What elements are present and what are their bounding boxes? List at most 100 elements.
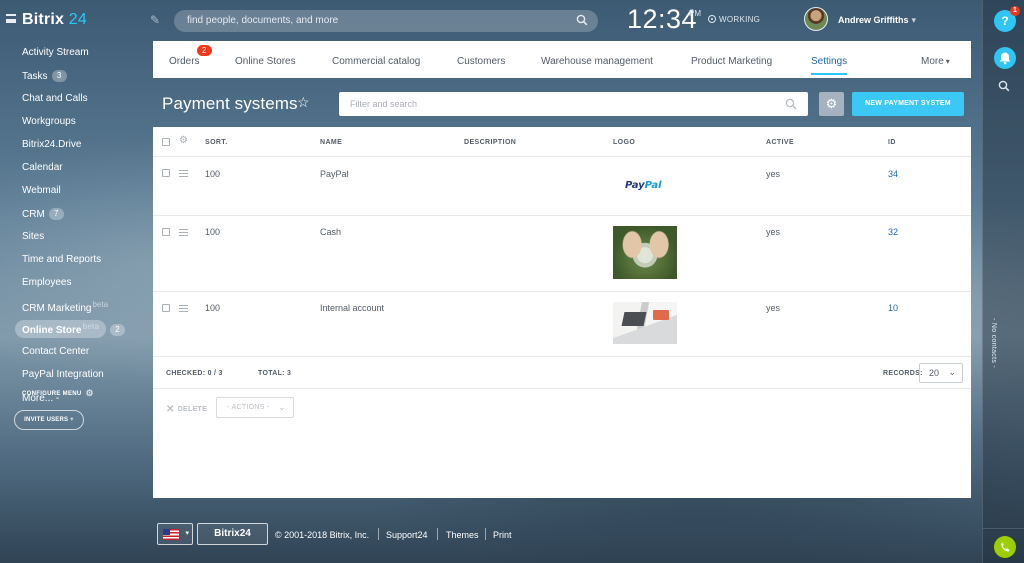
sidebar-item-calendar[interactable]: Calendar (22, 162, 63, 173)
new-payment-system-button[interactable]: NEW PAYMENT SYSTEM (852, 92, 964, 116)
cell-active: yes (766, 227, 781, 237)
cell-id[interactable]: 34 (888, 169, 898, 179)
sidebar-item-time-reports[interactable]: Time and Reports (22, 254, 101, 265)
cell-id[interactable]: 32 (888, 227, 898, 237)
tab-commercial-catalog[interactable]: Commercial catalog (332, 56, 420, 67)
divider (983, 528, 1024, 529)
tab-customers[interactable]: Customers (457, 56, 505, 67)
tab-online-stores[interactable]: Online Stores (235, 56, 296, 67)
filter-search-input[interactable]: Filter and search (339, 92, 808, 116)
row-checkbox[interactable] (162, 169, 170, 177)
themes-link[interactable]: Themes (446, 530, 479, 540)
checked-count: CHECKED: 0 / 3 (166, 370, 223, 377)
pencil-icon[interactable]: ✎ (150, 13, 160, 27)
print-link[interactable]: Print (493, 530, 512, 540)
column-description[interactable]: DESCRIPTION (464, 139, 516, 146)
row-menu-icon[interactable] (179, 229, 188, 236)
chevron-down-icon: ▾ (945, 57, 950, 66)
sidebar-item-crm-marketing[interactable]: CRM Marketingbeta (22, 300, 108, 314)
sidebar-item-paypal[interactable]: PayPal Integration (22, 369, 104, 380)
row-menu-icon[interactable] (179, 170, 188, 177)
sidebar-item-contact-center[interactable]: Contact Center (22, 346, 89, 357)
chevron-down-icon: ▾ (185, 530, 189, 537)
grid-settings-button[interactable]: ⚙ (819, 92, 844, 116)
work-status[interactable]: WORKING (708, 15, 760, 24)
search-icon[interactable] (998, 80, 1010, 92)
clock-icon (708, 15, 716, 23)
cash-logo-image (613, 226, 677, 279)
invite-users-button[interactable]: INVITE USERS + (14, 410, 84, 430)
chevron-down-icon: ▾ (911, 15, 917, 25)
sidebar-item-online-store[interactable]: Online Storebeta 2 (15, 320, 125, 338)
us-flag-icon (163, 529, 179, 540)
help-button[interactable]: ? 1 (994, 6, 1020, 32)
sidebar-item-employees[interactable]: Employees (22, 277, 71, 288)
column-sort[interactable]: SORT. (205, 139, 228, 146)
divider (437, 528, 438, 540)
menu-toggle-icon[interactable] (6, 14, 16, 23)
gear-icon[interactable]: ⚙ (179, 135, 188, 146)
row-checkbox[interactable] (162, 228, 170, 236)
counter-badge: 2 (196, 45, 212, 56)
app-logo[interactable]: Bitrix 24 (22, 11, 87, 29)
cell-active: yes (766, 169, 781, 179)
cell-sort: 100 (205, 227, 221, 237)
cell-id[interactable]: 10 (888, 303, 898, 313)
tab-orders[interactable]: Orders 2 (169, 45, 212, 67)
select-all-checkbox[interactable] (162, 138, 170, 146)
chevron-down-icon: ⌄ (948, 367, 956, 377)
cell-name: Cash (320, 227, 342, 237)
row-checkbox[interactable] (162, 304, 170, 312)
notifications-button[interactable] (994, 47, 1016, 69)
actions-select[interactable]: - ACTIONS - ⌄ (216, 397, 294, 418)
language-selector[interactable]: ▾ (157, 523, 193, 545)
star-icon[interactable]: ☆ (297, 94, 310, 111)
sidebar-item-crm[interactable]: CRM 7 (22, 208, 64, 220)
row-menu-icon[interactable] (179, 305, 188, 312)
clock-time[interactable]: 12:34 (627, 4, 697, 35)
delete-button[interactable]: ✕ DELETE (166, 404, 207, 415)
sidebar-item-workgroups[interactable]: Workgroups (22, 116, 76, 127)
internal-account-logo-image (613, 302, 677, 344)
tab-settings[interactable]: Settings (811, 56, 848, 75)
bell-icon (999, 52, 1011, 65)
sidebar-item-tasks[interactable]: Tasks 3 (22, 70, 67, 82)
bitrix24-footer-button[interactable]: Bitrix24 (197, 523, 268, 545)
gear-icon: ⚙ (825, 96, 838, 111)
sidebar-item-webmail[interactable]: Webmail (22, 185, 61, 196)
clock-ampm: PM (689, 9, 701, 18)
close-icon: ✕ (166, 404, 175, 415)
cell-name: PayPal (320, 169, 349, 179)
records-per-page-select[interactable]: 20 ⌄ (919, 363, 963, 383)
table-row[interactable]: 100 Cash yes 32 (153, 216, 971, 292)
payment-systems-grid: ⚙ SORT. NAME DESCRIPTION LOGO ACTIVE ID … (153, 127, 971, 498)
tab-warehouse[interactable]: Warehouse management (541, 56, 653, 67)
chevron-down-icon: ⌄ (278, 402, 286, 412)
column-name[interactable]: NAME (320, 139, 342, 146)
column-active[interactable]: ACTIVE (766, 139, 794, 146)
copyright: © 2001-2018 Bitrix, Inc. (275, 530, 370, 540)
grid-header: ⚙ SORT. NAME DESCRIPTION LOGO ACTIVE ID (153, 127, 971, 157)
sidebar-item-sites[interactable]: Sites (22, 231, 44, 242)
cell-sort: 100 (205, 169, 221, 179)
column-logo[interactable]: LOGO (613, 139, 635, 146)
call-button[interactable] (994, 536, 1016, 558)
table-row[interactable]: 100 PayPal PayPal yes 34 (153, 157, 971, 216)
user-menu[interactable]: Andrew Griffiths ▾ (838, 15, 916, 26)
cell-name: Internal account (320, 303, 385, 313)
tab-product-marketing[interactable]: Product Marketing (691, 56, 772, 67)
tab-more[interactable]: More ▾ (921, 56, 950, 67)
column-id[interactable]: ID (888, 139, 896, 146)
divider (485, 528, 486, 540)
global-search-input[interactable]: find people, documents, and more (174, 10, 598, 32)
support-link[interactable]: Support24 (386, 530, 428, 540)
paypal-logo: PayPal (625, 180, 662, 191)
configure-menu[interactable]: CONFIGURE MENU ⚙ (22, 388, 94, 399)
sidebar-item-chat[interactable]: Chat and Calls (22, 93, 88, 104)
counter-badge: 3 (51, 70, 67, 82)
sidebar-item-activity-stream[interactable]: Activity Stream (22, 47, 89, 58)
avatar[interactable] (804, 7, 828, 31)
sidebar-item-drive[interactable]: Bitrix24.Drive (22, 139, 81, 150)
table-row[interactable]: 100 Internal account yes 10 (153, 292, 971, 357)
no-contacts-label: - No contacts - (990, 318, 997, 369)
